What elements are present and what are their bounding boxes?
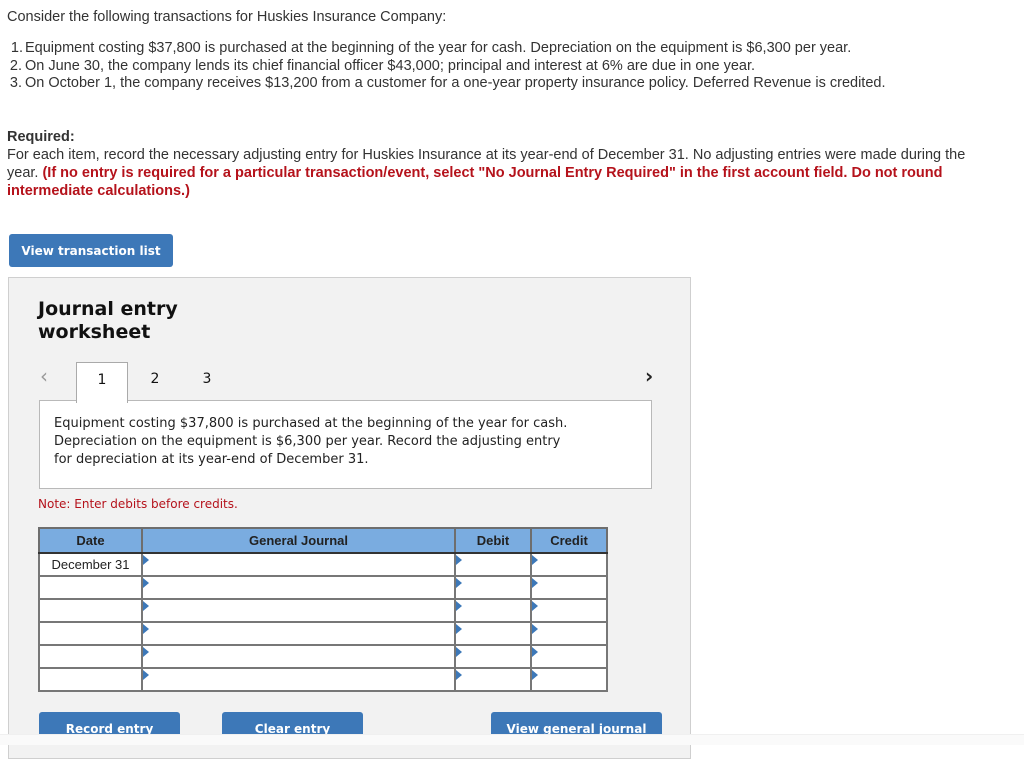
- worksheet-title: Journal entry worksheet: [38, 298, 178, 343]
- credit-field[interactable]: [530, 552, 608, 577]
- debit-field[interactable]: [454, 621, 532, 646]
- debit-credit-note: Note: Enter debits before credits.: [38, 497, 238, 511]
- intro-text: Consider the following transactions for …: [7, 9, 447, 25]
- transaction-item: 2. On June 30, the company lends its chie…: [7, 58, 967, 76]
- dropdown-triangle-icon: [143, 647, 149, 657]
- required-title: Required:: [7, 129, 75, 145]
- dropdown-triangle-icon: [532, 555, 538, 565]
- date-cell: [38, 667, 143, 692]
- journal-header-row: Date General Journal Debit Credit: [38, 527, 608, 554]
- credit-field[interactable]: [530, 598, 608, 623]
- account-field[interactable]: [141, 621, 456, 646]
- account-field[interactable]: [141, 667, 456, 692]
- transaction-item: 3. On October 1, the company receives $13…: [7, 75, 967, 93]
- debit-field[interactable]: [454, 552, 532, 577]
- date-cell: December 31: [38, 552, 143, 577]
- dropdown-triangle-icon: [456, 624, 462, 634]
- journal-entry-worksheet-panel: Journal entry worksheet ‹ 1 2 3 › Equipm…: [8, 277, 691, 759]
- credit-field[interactable]: [530, 667, 608, 692]
- dropdown-triangle-icon: [143, 578, 149, 588]
- credit-field[interactable]: [530, 621, 608, 646]
- dropdown-triangle-icon: [143, 555, 149, 565]
- tab-2[interactable]: 2: [130, 362, 180, 401]
- account-field[interactable]: [141, 575, 456, 600]
- debit-field[interactable]: [454, 644, 532, 669]
- table-row: [38, 575, 608, 600]
- header-credit: Credit: [530, 527, 608, 554]
- transaction-description: Equipment costing $37,800 is purchased a…: [54, 416, 568, 467]
- journal-table: Date General Journal Debit Credit Decemb…: [38, 527, 608, 692]
- transaction-text: On October 1, the company receives $13,2…: [25, 75, 886, 91]
- header-general-journal: General Journal: [141, 527, 456, 554]
- credit-field[interactable]: [530, 575, 608, 600]
- transaction-number: 1.: [10, 40, 23, 56]
- dropdown-triangle-icon: [532, 601, 538, 611]
- dropdown-triangle-icon: [143, 601, 149, 611]
- required-section: Required: For each item, record the nece…: [7, 128, 967, 200]
- account-field[interactable]: [141, 598, 456, 623]
- date-cell: [38, 575, 143, 600]
- date-cell: [38, 644, 143, 669]
- dropdown-triangle-icon: [532, 647, 538, 657]
- table-row: December 31: [38, 552, 608, 577]
- table-row: [38, 667, 608, 692]
- chevron-left-icon[interactable]: ‹: [40, 364, 48, 388]
- transaction-item: 1. Equipment costing $37,800 is purchased…: [7, 40, 967, 58]
- debit-field[interactable]: [454, 598, 532, 623]
- dropdown-triangle-icon: [143, 670, 149, 680]
- dropdown-triangle-icon: [456, 601, 462, 611]
- dropdown-triangle-icon: [456, 647, 462, 657]
- dropdown-triangle-icon: [532, 624, 538, 634]
- required-instruction: (If no entry is required for a particula…: [7, 165, 943, 199]
- dropdown-triangle-icon: [532, 578, 538, 588]
- dropdown-triangle-icon: [456, 578, 462, 588]
- transaction-text: Equipment costing $37,800 is purchased a…: [25, 40, 852, 56]
- dropdown-triangle-icon: [532, 670, 538, 680]
- transaction-number: 2.: [9, 57, 22, 74]
- table-row: [38, 644, 608, 669]
- header-debit: Debit: [454, 527, 532, 554]
- account-field[interactable]: [141, 644, 456, 669]
- debit-field[interactable]: [454, 575, 532, 600]
- dropdown-triangle-icon: [456, 555, 462, 565]
- dropdown-triangle-icon: [143, 624, 149, 634]
- credit-field[interactable]: [530, 644, 608, 669]
- table-row: [38, 621, 608, 646]
- chevron-right-icon[interactable]: ›: [645, 364, 653, 388]
- transaction-list: 1. Equipment costing $37,800 is purchased…: [7, 40, 967, 93]
- debit-field[interactable]: [454, 667, 532, 692]
- tab-3[interactable]: 3: [182, 362, 232, 401]
- dropdown-triangle-icon: [456, 670, 462, 680]
- view-transaction-list-button[interactable]: View transaction list: [9, 234, 173, 267]
- table-row: [38, 598, 608, 623]
- viewport-bottom-edge: [0, 734, 1024, 745]
- date-cell: [38, 621, 143, 646]
- transaction-number: 3.: [9, 75, 22, 91]
- transaction-text: On June 30, the company lends its chief …: [25, 57, 756, 74]
- tab-1[interactable]: 1: [76, 362, 128, 403]
- transaction-description-box: Equipment costing $37,800 is purchased a…: [39, 400, 652, 489]
- account-field[interactable]: [141, 552, 456, 577]
- header-date: Date: [38, 527, 143, 554]
- date-cell: [38, 598, 143, 623]
